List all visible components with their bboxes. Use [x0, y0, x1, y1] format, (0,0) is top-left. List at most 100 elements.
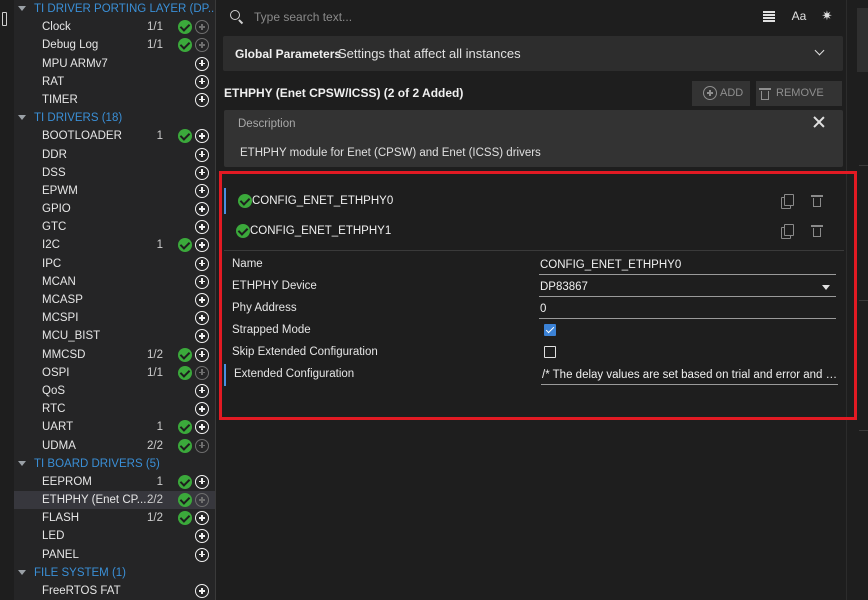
divider: [859, 165, 868, 166]
add-icon[interactable]: [195, 584, 209, 598]
check-icon: [178, 474, 192, 489]
sidebar-item-debug-log[interactable]: Debug Log 1/1: [14, 36, 215, 54]
add-icon[interactable]: [195, 129, 209, 144]
sidebar-item-mmcsd[interactable]: MMCSD 1/2: [14, 346, 215, 364]
add-icon[interactable]: [195, 165, 209, 180]
sidebar-item-freertos-fat[interactable]: FreeRTOS FAT: [14, 582, 215, 600]
sidebar-item-uart[interactable]: UART 1: [14, 418, 215, 436]
add-icon[interactable]: [195, 56, 209, 71]
sidebar-item-mpu-armv7[interactable]: MPU ARMv7: [14, 55, 215, 73]
add-icon[interactable]: [195, 402, 209, 417]
add-icon[interactable]: [195, 511, 209, 526]
sidebar-item-i2c[interactable]: I2C 1: [14, 236, 215, 254]
sidebar-item-gpio[interactable]: GPIO: [14, 200, 215, 218]
sidebar-item-qos[interactable]: QoS: [14, 382, 215, 400]
description-text: ETHPHY module for Enet (CPSW) and Enet (…: [240, 147, 541, 159]
caret-down-icon[interactable]: [18, 115, 26, 121]
check-icon: [178, 493, 192, 508]
add-icon: [195, 20, 209, 35]
add-icon[interactable]: [195, 347, 209, 362]
highlight-box: [219, 171, 857, 420]
sidebar-item-ipc[interactable]: IPC: [14, 255, 215, 273]
sidebar-item-ethphy[interactable]: ETHPHY (Enet CP... 2/2: [14, 491, 215, 510]
sidebar-item-mcspi[interactable]: MCSPI: [14, 309, 215, 327]
sidebar-item-flash[interactable]: FLASH 1/2: [14, 509, 215, 527]
add-icon[interactable]: [195, 293, 209, 307]
sidebar-item-mcan[interactable]: MCAN: [14, 273, 215, 291]
sidebar-item-rat[interactable]: RAT: [14, 73, 215, 91]
add-icon[interactable]: [195, 238, 209, 253]
check-icon: [178, 20, 192, 35]
remove-all-button[interactable]: REMOVE ALL: [756, 81, 842, 124]
close-icon[interactable]: [813, 116, 825, 128]
add-icon[interactable]: [195, 256, 209, 271]
scrollbar[interactable]: [857, 8, 868, 72]
chevron-down-icon[interactable]: [814, 45, 825, 56]
sidebar-item-epwm[interactable]: EPWM: [14, 182, 215, 200]
sidebar-item-mcu-bist[interactable]: MCU_BIST: [14, 327, 215, 345]
caret-down-icon[interactable]: [18, 6, 26, 11]
sidebar-item-ddr[interactable]: DDR: [14, 146, 215, 164]
add-icon[interactable]: [195, 147, 209, 162]
sidebar-item-clock[interactable]: Clock 1/1: [14, 18, 215, 36]
sidebar: TI DRIVER PORTING LAYER (DP... Clock 1/1 …: [14, 0, 216, 600]
search-bar: Aa ✷: [218, 0, 846, 32]
check-icon: [178, 238, 192, 253]
category-ti-drivers[interactable]: TI DRIVERS (18): [14, 109, 215, 127]
search-input[interactable]: [254, 7, 734, 27]
check-icon: [178, 511, 192, 526]
sidebar-item-rtc[interactable]: RTC: [14, 400, 215, 418]
sidebar-item-led[interactable]: LED: [14, 527, 215, 545]
list-view-icon[interactable]: [761, 8, 777, 24]
add-icon[interactable]: [195, 311, 209, 326]
add-icon[interactable]: [195, 202, 209, 217]
sidebar-item-ospi[interactable]: OSPI 1/1: [14, 364, 215, 382]
add-icon: [195, 365, 209, 380]
add-icon: [195, 493, 209, 508]
caret-down-icon[interactable]: [18, 460, 26, 466]
divider: [859, 430, 868, 431]
sidebar-item-udma[interactable]: UDMA 2/2: [14, 437, 215, 455]
global-parameters-description: Settings that affect all instances: [338, 46, 521, 61]
category-file-system[interactable]: FILE SYSTEM (1): [14, 564, 215, 582]
add-icon[interactable]: [195, 420, 209, 435]
check-icon: [178, 38, 192, 53]
add-icon[interactable]: [195, 220, 209, 235]
sidebar-item-panel[interactable]: PANEL: [14, 546, 215, 564]
description-panel: Description ETHPHY module for Enet (CPSW…: [224, 110, 843, 167]
check-icon: [178, 438, 192, 453]
global-parameters-header[interactable]: Global Parameters Settings that affect a…: [223, 36, 843, 71]
check-icon: [178, 365, 192, 380]
add-icon[interactable]: [195, 92, 209, 107]
sidebar-item-bootloader[interactable]: BOOTLOADER 1: [14, 127, 215, 145]
trash-icon: [759, 88, 771, 100]
add-icon: [195, 38, 209, 53]
sidebar-item-dss[interactable]: DSS: [14, 164, 215, 182]
add-icon[interactable]: [195, 74, 209, 89]
check-icon: [178, 420, 192, 435]
activity-strip: [0, 0, 14, 600]
module-title: ETHPHY (Enet CPSW/ICSS) (2 of 2 Added): [224, 86, 464, 100]
add-button[interactable]: ADD: [692, 81, 750, 106]
font-size-button[interactable]: Aa: [789, 8, 809, 24]
add-icon[interactable]: [195, 274, 209, 289]
add-icon[interactable]: [195, 547, 209, 562]
search-icon: [230, 10, 240, 20]
description-title: Description: [238, 118, 296, 130]
sidebar-item-gtc[interactable]: GTC: [14, 218, 215, 236]
theme-toggle-icon[interactable]: ✷: [819, 8, 835, 24]
add-icon: [703, 86, 717, 100]
add-icon[interactable]: [195, 383, 209, 398]
caret-down-icon[interactable]: [18, 569, 26, 575]
category-ti-board-drivers[interactable]: TI BOARD DRIVERS (5): [14, 455, 215, 473]
add-icon[interactable]: [195, 529, 209, 544]
add-icon[interactable]: [195, 474, 209, 489]
sidebar-item-mcasp[interactable]: MCASP: [14, 291, 215, 309]
panel-toggle-icon[interactable]: [2, 12, 7, 26]
sidebar-item-eeprom[interactable]: EEPROM 1: [14, 473, 215, 491]
add-icon[interactable]: [195, 329, 209, 344]
add-icon[interactable]: [195, 183, 209, 198]
category-ti-driver-porting-layer[interactable]: TI DRIVER PORTING LAYER (DP...: [14, 0, 215, 18]
sidebar-item-timer[interactable]: TIMER: [14, 91, 215, 109]
add-icon: [195, 438, 209, 453]
